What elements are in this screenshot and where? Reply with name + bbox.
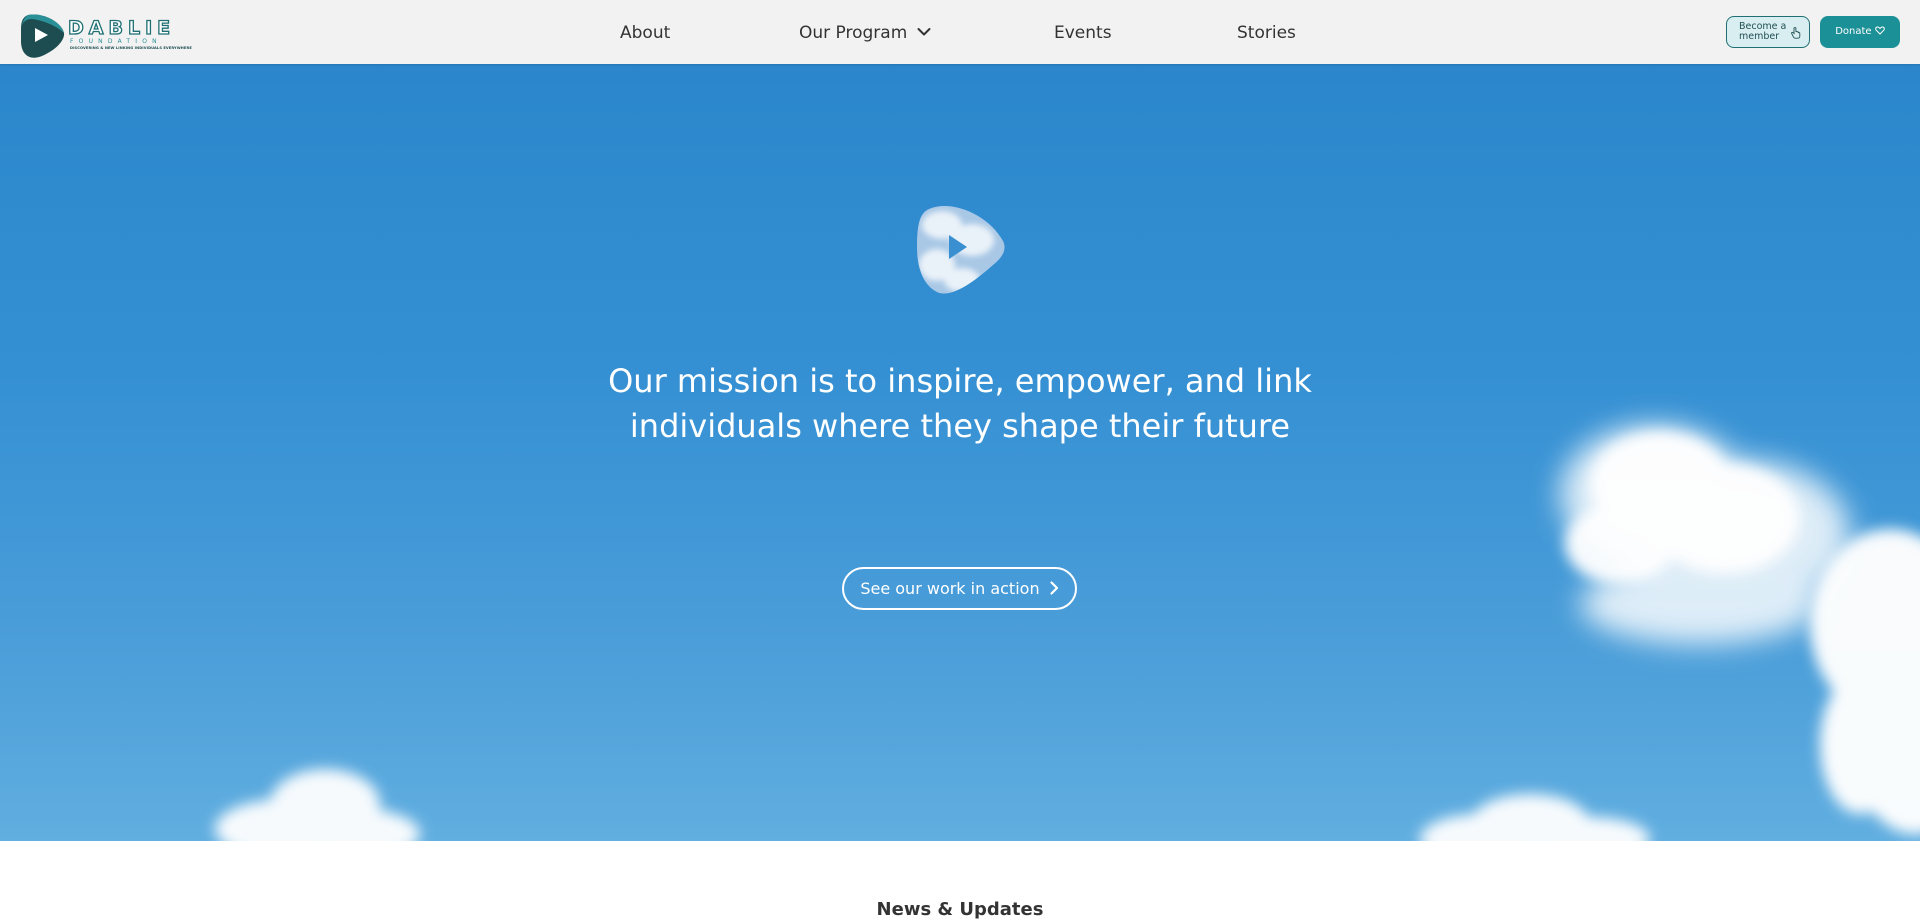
chevron-down-icon [917, 27, 931, 35]
news-section-title: News & Updates [876, 899, 1044, 920]
nav-item-label: Events [1054, 23, 1112, 43]
brand-tagline: DISCOVERING & NEW LINKING INDIVIDUALS EV… [70, 46, 192, 50]
become-member-label: Become a member [1739, 21, 1787, 42]
brand-name: DABLIE [67, 17, 176, 39]
site-header: DABLIE FOUNDATION DISCOVERING & NEW LINK… [0, 0, 1920, 64]
logo[interactable]: DABLIE FOUNDATION DISCOVERING & NEW LINK… [18, 11, 192, 59]
nav-item-about[interactable]: About [620, 21, 670, 45]
see-work-label: See our work in action [860, 579, 1040, 598]
hand-pointer-icon [1791, 27, 1801, 39]
nav-item-label: About [620, 23, 671, 43]
donate-label: Donate [1835, 26, 1872, 37]
nav-item-label: Our Program [799, 23, 908, 43]
brand-subtitle: FOUNDATION [70, 38, 162, 45]
mission-statement: Our mission is to inspire, empower, and … [608, 362, 1312, 445]
nav-item-label: Stories [1237, 23, 1296, 43]
logo-play-icon [21, 14, 65, 58]
nav-item-events[interactable]: Events [1054, 21, 1112, 45]
donate-button[interactable]: Donate [1820, 16, 1900, 48]
cloud-play-icon [917, 205, 1005, 294]
become-member-button[interactable]: Become a member [1726, 16, 1810, 48]
chevron-right-icon [1050, 581, 1058, 595]
heart-icon [1874, 26, 1885, 35]
nav-item-our-program[interactable]: Our Program [799, 21, 931, 45]
hero-clouds-background [215, 424, 1920, 841]
see-work-button[interactable]: See our work in action [842, 567, 1077, 610]
nav-item-stories[interactable]: Stories [1237, 21, 1296, 45]
hero-section: Our mission is to inspire, empower, and … [0, 64, 1920, 841]
